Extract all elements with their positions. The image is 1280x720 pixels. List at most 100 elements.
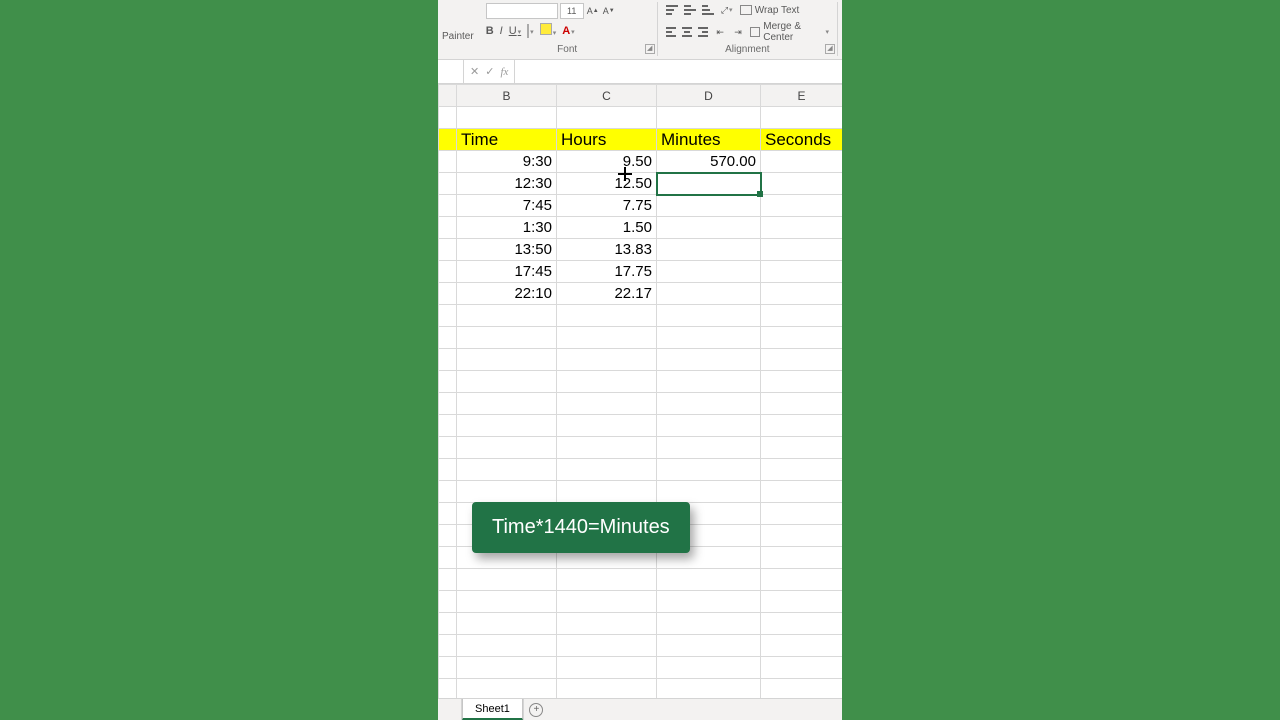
new-sheet-button[interactable]: + (523, 699, 549, 720)
table-row (439, 327, 843, 349)
cell[interactable] (761, 239, 843, 261)
font-color-button[interactable]: A (562, 25, 574, 37)
bold-button[interactable]: B (486, 25, 494, 37)
table-row: 7:45 7.75 (439, 195, 843, 217)
cell[interactable] (761, 283, 843, 305)
table-row: 17:45 17.75 (439, 261, 843, 283)
select-all-corner[interactable] (439, 85, 457, 107)
wrap-text-icon (740, 5, 752, 15)
italic-button[interactable]: I (500, 25, 503, 37)
column-header[interactable]: D (657, 85, 761, 107)
cell[interactable]: 570.00 (657, 151, 761, 173)
table-row (439, 305, 843, 327)
table-row: 13:50 13.83 (439, 239, 843, 261)
column-header[interactable]: C (557, 85, 657, 107)
worksheet-grid[interactable]: B C D E Time Hours Minutes Seconds 9:30 … (438, 84, 842, 698)
formula-bar: ✕ ✓ fx (438, 60, 842, 84)
selected-cell[interactable] (657, 173, 761, 195)
font-name-dropdown[interactable] (486, 3, 558, 19)
table-row (439, 393, 843, 415)
cell[interactable] (761, 173, 843, 195)
wrap-text-button[interactable]: Wrap Text (740, 5, 800, 16)
name-box[interactable] (438, 60, 464, 83)
align-left-button[interactable] (666, 27, 676, 37)
cell[interactable]: 22:10 (457, 283, 557, 305)
table-row (439, 569, 843, 591)
formula-callout: Time*1440=Minutes (472, 502, 690, 553)
table-row (439, 437, 843, 459)
fill-color-icon (540, 23, 552, 35)
excel-window: Painter 11 A▲ A▼ B I U A Font ◢ (438, 0, 842, 720)
ribbon: Painter 11 A▲ A▼ B I U A Font ◢ (438, 0, 842, 60)
cell[interactable]: 13:50 (457, 239, 557, 261)
column-header[interactable]: B (457, 85, 557, 107)
cell[interactable] (657, 261, 761, 283)
table-header-row: Time Hours Minutes Seconds (439, 129, 843, 151)
font-group-label: Font (478, 44, 657, 55)
font-size-dropdown[interactable]: 11 (560, 3, 584, 19)
cancel-formula-button[interactable]: ✕ (470, 65, 479, 78)
font-dialog-launcher[interactable]: ◢ (645, 44, 655, 54)
header-cell[interactable]: Minutes (657, 129, 761, 151)
align-right-button[interactable] (698, 27, 708, 37)
cell[interactable]: 12.50 (557, 173, 657, 195)
header-cell[interactable]: Seconds (761, 129, 843, 151)
table-row (439, 107, 843, 129)
borders-icon (527, 24, 529, 38)
table-row (439, 481, 843, 503)
merge-center-label: Merge & Center (763, 21, 821, 43)
formula-input[interactable] (515, 60, 842, 83)
cell[interactable] (761, 261, 843, 283)
table-row (439, 371, 843, 393)
underline-button[interactable]: U (509, 25, 521, 37)
cell[interactable]: 7.75 (557, 195, 657, 217)
cell[interactable] (761, 151, 843, 173)
align-middle-button[interactable] (684, 5, 696, 15)
cell[interactable] (657, 283, 761, 305)
table-row: 1:30 1.50 (439, 217, 843, 239)
alignment-dialog-launcher[interactable]: ◢ (825, 44, 835, 54)
cell[interactable] (657, 195, 761, 217)
cell[interactable]: 22.17 (557, 283, 657, 305)
merge-center-button[interactable]: Merge & Center (750, 21, 829, 43)
sheet-tab-strip: Sheet1 + (438, 698, 842, 720)
sheet-tab[interactable]: Sheet1 (462, 699, 523, 720)
align-bottom-button[interactable] (702, 5, 714, 15)
cell[interactable]: 7:45 (457, 195, 557, 217)
column-header-row: B C D E (439, 85, 843, 107)
wrap-text-label: Wrap Text (755, 5, 800, 16)
cell[interactable] (761, 217, 843, 239)
header-cell[interactable]: Time (457, 129, 557, 151)
table-row (439, 657, 843, 679)
cell[interactable] (761, 195, 843, 217)
cell[interactable]: 12:30 (457, 173, 557, 195)
borders-button[interactable] (527, 25, 534, 37)
table-row (439, 591, 843, 613)
increase-indent-button[interactable]: ⇥ (732, 25, 744, 39)
grow-font-button[interactable]: A▲ (586, 4, 600, 18)
fx-icon[interactable]: fx (500, 66, 508, 78)
shrink-font-button[interactable]: A▼ (602, 4, 616, 18)
table-row: 9:30 9.50 570.00 (439, 151, 843, 173)
cell[interactable] (657, 217, 761, 239)
cell[interactable]: 1:30 (457, 217, 557, 239)
cell[interactable]: 13.83 (557, 239, 657, 261)
cell[interactable]: 17.75 (557, 261, 657, 283)
table-row (439, 613, 843, 635)
cell[interactable]: 9.50 (557, 151, 657, 173)
orientation-button[interactable]: ⤢ (720, 3, 734, 17)
align-top-button[interactable] (666, 5, 678, 15)
fill-color-button[interactable] (540, 23, 557, 38)
format-painter[interactable]: Painter (442, 2, 478, 56)
cell[interactable]: 9:30 (457, 151, 557, 173)
decrease-indent-button[interactable]: ⇤ (714, 25, 726, 39)
font-color-icon: A (562, 25, 570, 37)
cell[interactable] (657, 239, 761, 261)
column-header[interactable]: E (761, 85, 843, 107)
ribbon-group-font: 11 A▲ A▼ B I U A Font ◢ (478, 2, 658, 56)
confirm-formula-button[interactable]: ✓ (485, 65, 494, 78)
align-center-button[interactable] (682, 27, 692, 37)
header-cell[interactable]: Hours (557, 129, 657, 151)
cell[interactable]: 17:45 (457, 261, 557, 283)
cell[interactable]: 1.50 (557, 217, 657, 239)
